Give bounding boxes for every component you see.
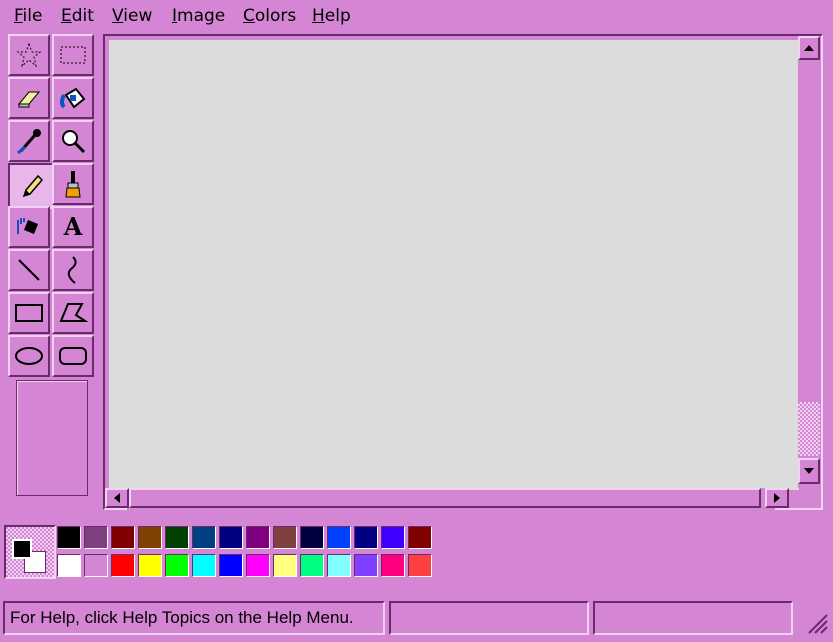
color-swatch[interactable]	[219, 554, 243, 577]
color-swatch[interactable]	[246, 526, 270, 549]
line-icon	[18, 259, 40, 281]
color-swatch[interactable]	[381, 554, 405, 577]
tool-polygon[interactable]	[52, 292, 94, 334]
tool-pick-color[interactable]	[8, 120, 50, 162]
drawing-canvas[interactable]	[109, 40, 799, 490]
color-swatch[interactable]	[273, 554, 297, 577]
scroll-down-button[interactable]	[798, 458, 820, 484]
color-swatch[interactable]	[246, 554, 270, 577]
magnifier-icon	[62, 130, 86, 154]
color-swatch[interactable]	[354, 554, 378, 577]
airbrush-icon	[17, 218, 38, 234]
status-bar: For Help, click Help Topics on the Help …	[0, 597, 833, 642]
tool-select[interactable]	[52, 34, 94, 76]
menu-bar: File Edit View Image Colors Help	[0, 0, 833, 32]
tool-brush[interactable]	[52, 163, 94, 205]
menu-file[interactable]: File	[12, 4, 44, 28]
color-swatch[interactable]	[327, 526, 351, 549]
arrow-left-icon	[114, 493, 120, 503]
tool-box: A	[6, 32, 98, 512]
arrow-right-icon	[774, 493, 780, 503]
menu-colors[interactable]: Colors	[241, 4, 298, 28]
tool-line[interactable]	[8, 249, 50, 291]
menu-view[interactable]: View	[110, 4, 154, 28]
arrow-up-icon	[804, 45, 814, 51]
tool-airbrush[interactable]	[8, 206, 50, 248]
color-swatch[interactable]	[408, 554, 432, 577]
color-swatch[interactable]	[354, 526, 378, 549]
foreground-color-swatch	[12, 539, 32, 559]
color-swatch[interactable]	[381, 526, 405, 549]
canvas-area	[103, 34, 823, 510]
color-swatch[interactable]	[192, 526, 216, 549]
color-swatch[interactable]	[84, 554, 108, 577]
color-swatch[interactable]	[57, 554, 81, 577]
scroll-up-button[interactable]	[798, 36, 820, 60]
color-palette	[4, 523, 444, 581]
color-swatch[interactable]	[327, 554, 351, 577]
color-swatch[interactable]	[300, 554, 324, 577]
color-swatch[interactable]	[165, 526, 189, 549]
pencil-icon	[22, 174, 44, 198]
tool-ellipse[interactable]	[8, 335, 50, 377]
eraser-icon	[17, 91, 41, 108]
brush-icon	[65, 171, 81, 198]
color-swatch[interactable]	[111, 526, 135, 549]
tool-rectangle[interactable]	[8, 292, 50, 334]
horizontal-scrollbar-thumb[interactable]	[129, 488, 761, 508]
tool-curve[interactable]	[52, 249, 94, 291]
ellipse-icon	[15, 347, 43, 365]
scroll-left-button[interactable]	[105, 488, 129, 508]
tool-rounded-rectangle[interactable]	[52, 335, 94, 377]
tool-text[interactable]: A	[52, 206, 94, 248]
eyedropper-icon	[17, 129, 41, 155]
color-swatch[interactable]	[219, 526, 243, 549]
color-swatch[interactable]	[111, 554, 135, 577]
color-swatch[interactable]	[84, 526, 108, 549]
rectangle-icon	[15, 304, 43, 322]
color-swatch[interactable]	[138, 526, 162, 549]
status-help-text: For Help, click Help Topics on the Help …	[3, 601, 385, 635]
paint-bucket-icon	[60, 87, 86, 109]
menu-image[interactable]: Image	[170, 4, 227, 28]
color-swatch[interactable]	[273, 526, 297, 549]
rounded-rectangle-icon	[59, 347, 87, 365]
current-colors-indicator	[4, 525, 56, 579]
tool-eraser[interactable]	[8, 77, 50, 119]
tool-free-form-select[interactable]	[8, 34, 50, 76]
polygon-icon	[59, 303, 88, 322]
rect-select-icon	[60, 46, 86, 64]
color-swatch[interactable]	[192, 554, 216, 577]
text-icon: A	[63, 212, 83, 241]
tool-pencil[interactable]	[8, 163, 54, 209]
color-swatch[interactable]	[57, 526, 81, 549]
color-swatch[interactable]	[138, 554, 162, 577]
color-swatch[interactable]	[300, 526, 324, 549]
status-coordinates	[389, 601, 589, 635]
tool-fill-with-color[interactable]	[52, 77, 94, 119]
tool-magnifier[interactable]	[52, 120, 94, 162]
resize-grip-icon[interactable]	[805, 611, 829, 635]
scroll-right-button[interactable]	[765, 488, 789, 508]
tool-options-box[interactable]	[16, 380, 88, 496]
star-select-icon	[16, 42, 42, 68]
vertical-scrollbar-thumb[interactable]	[798, 402, 820, 456]
color-swatch[interactable]	[165, 554, 189, 577]
arrow-down-icon	[804, 468, 814, 474]
menu-help[interactable]: Help	[310, 4, 353, 28]
menu-edit[interactable]: Edit	[59, 4, 96, 28]
color-swatch[interactable]	[408, 526, 432, 549]
status-selection-size	[593, 601, 793, 635]
curve-icon	[67, 256, 77, 284]
